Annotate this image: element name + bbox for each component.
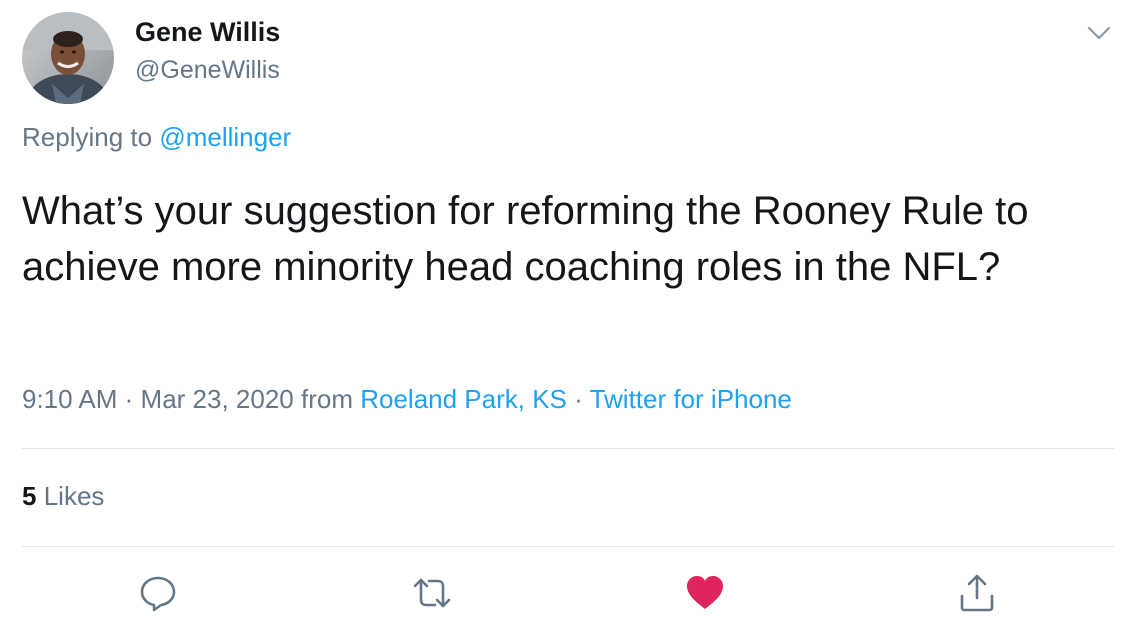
avatar[interactable] [22,12,114,104]
share-button[interactable] [956,572,998,614]
tweet-text: What’s your suggestion for reforming the… [22,189,1029,289]
like-button[interactable] [684,572,726,614]
retweet-icon [413,578,451,608]
likes-label: Likes [43,481,105,511]
author-handle[interactable]: @GeneWillis [135,56,280,85]
meta-separator: · [574,384,583,414]
reply-context: Replying to @mellinger [22,122,291,153]
location-link[interactable]: Roeland Park, KS [360,384,567,414]
reply-button[interactable] [137,572,179,614]
likes-stat[interactable]: 5 Likes [22,481,104,512]
divider [22,448,1114,449]
author-display-name[interactable]: Gene Willis [135,17,280,48]
likes-count: 5 [22,481,37,511]
reply-mention-link[interactable]: @mellinger [159,122,291,152]
reply-prefix: Replying to [22,122,153,152]
heart-icon [687,576,723,609]
reply-icon [140,576,176,612]
tweet-time[interactable]: 9:10 AM [22,384,117,414]
share-icon [960,574,994,612]
meta-separator: · [124,384,134,414]
source-link[interactable]: Twitter for iPhone [590,384,792,414]
chevron-down-icon[interactable] [1084,18,1114,48]
divider [22,546,1114,547]
retweet-button[interactable] [411,572,453,614]
tweet-meta: 9:10 AM · Mar 23, 2020 from Roeland Park… [22,384,792,415]
tweet-date[interactable]: Mar 23, 2020 [141,384,294,414]
tweet-card: Gene Willis @GeneWillis Replying to @mel… [0,0,1140,634]
from-label: from [301,384,353,414]
